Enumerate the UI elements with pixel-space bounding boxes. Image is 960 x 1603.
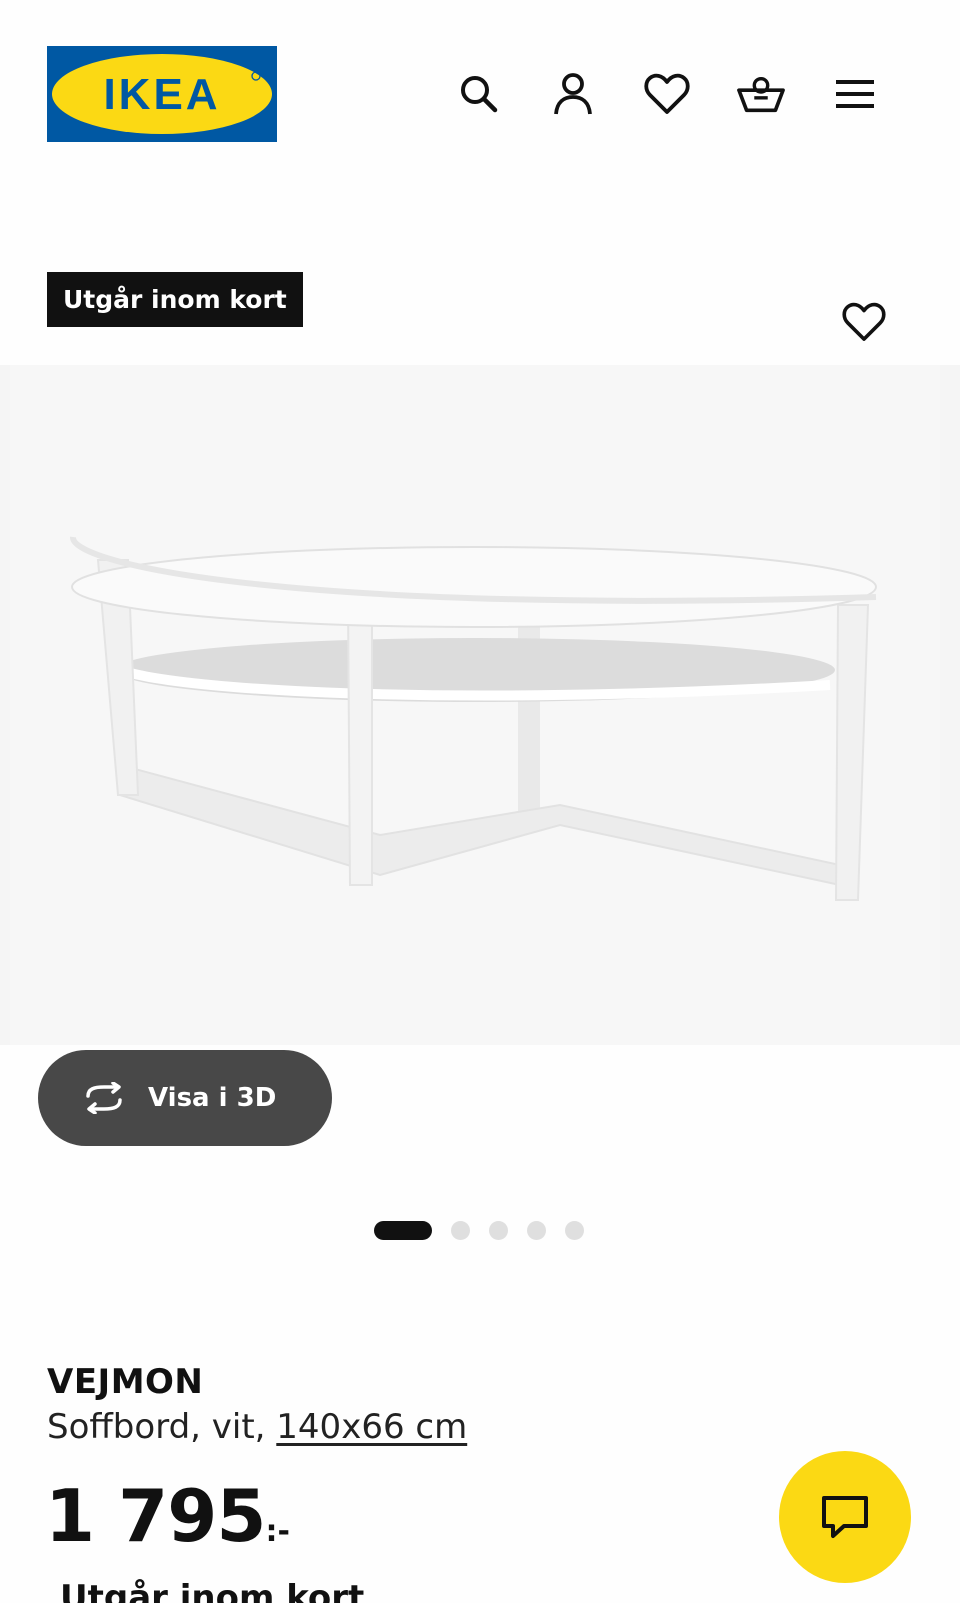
product-image[interactable] — [0, 365, 960, 1045]
gallery-dot[interactable] — [451, 1221, 470, 1240]
user-icon[interactable] — [549, 70, 597, 118]
price-amount: 1 795 — [45, 1474, 266, 1558]
gallery-dot[interactable] — [565, 1221, 584, 1240]
svg-text:IKEA: IKEA — [103, 70, 220, 119]
product-description: Soffbord, vit, 140x66 cm — [47, 1407, 467, 1447]
search-icon[interactable] — [455, 70, 503, 118]
header-nav — [455, 70, 879, 118]
gallery-pagination — [374, 1221, 584, 1240]
gallery-dot[interactable] — [489, 1221, 508, 1240]
ikea-logo[interactable]: IKEA — [47, 46, 277, 142]
heart-icon — [842, 302, 886, 341]
product-type: Soffbord, vit, — [47, 1407, 277, 1447]
view-in-3d-button[interactable]: Visa i 3D — [38, 1050, 332, 1146]
add-to-favourites-button[interactable] — [836, 294, 892, 350]
price-suffix: :- — [265, 1514, 290, 1549]
menu-icon[interactable] — [831, 70, 879, 118]
discontinued-badge: Utgår inom kort — [47, 272, 303, 327]
gallery-dot-active[interactable] — [374, 1221, 432, 1240]
availability-status: Utgår inom kort — [60, 1578, 365, 1603]
product-price: 1 795:- — [45, 1480, 290, 1552]
site-header: IKEA — [0, 0, 960, 180]
product-name: VEJMON — [47, 1362, 204, 1402]
gallery-dot[interactable] — [527, 1221, 546, 1240]
chat-icon — [822, 1496, 868, 1538]
product-size-link[interactable]: 140x66 cm — [276, 1407, 467, 1447]
chat-button[interactable] — [779, 1451, 911, 1583]
basket-icon[interactable] — [737, 70, 785, 118]
heart-icon[interactable] — [643, 70, 691, 118]
rotate-3d-icon — [86, 1082, 122, 1114]
view-in-3d-label: Visa i 3D — [148, 1083, 277, 1113]
